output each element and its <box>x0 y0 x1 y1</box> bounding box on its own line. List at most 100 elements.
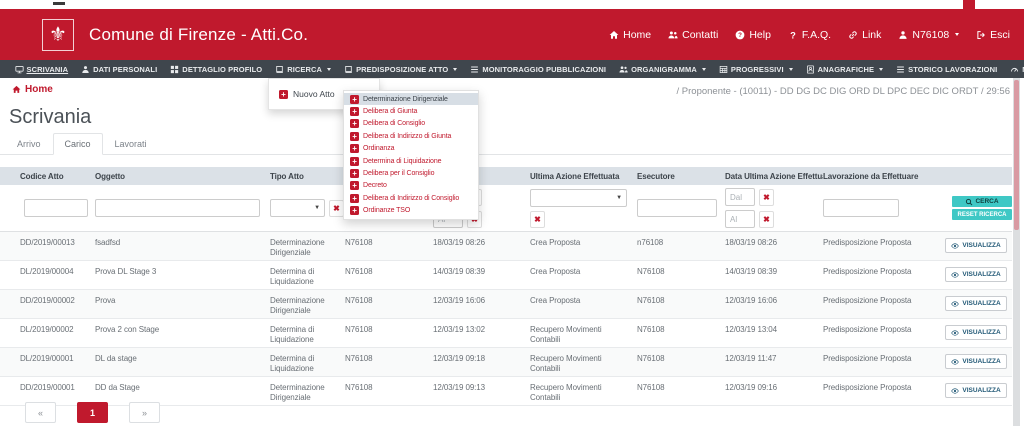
navbar-item-monitoraggio-pubblicazioni[interactable]: MONITORAGGIO PUBBLICAZIONI <box>464 65 613 74</box>
navbar-item-dati-personali[interactable]: DATI PERSONALI <box>75 65 164 74</box>
cell: Prova 2 con Stage <box>95 319 270 347</box>
submenu-item-6[interactable]: +Determina di Liquidazione <box>344 155 478 167</box>
navbar-item-label: MONITORAGGIO PUBBLICAZIONI <box>482 65 606 74</box>
submenu-item-9[interactable]: +Delibera di Indirizzo di Consiglio <box>344 192 478 204</box>
header-link-faq[interactable]: F.A.Q. <box>788 29 831 41</box>
atti-table: Codice AttoOggettoTipo AttoUltima Azione… <box>0 167 1012 406</box>
pagination-prev-button[interactable]: « <box>25 402 56 423</box>
clear-al-button[interactable]: ✖ <box>759 211 774 228</box>
cell: Determina di Liquidazione <box>270 319 345 347</box>
navbar-item-ricerca[interactable]: RICERCA <box>269 65 338 74</box>
oggetto-filter-input[interactable] <box>95 199 260 217</box>
ultima-azione-select[interactable]: ▼ <box>530 189 627 207</box>
header-link-help[interactable]: Help <box>735 29 771 41</box>
lavorazione-filter-input[interactable] <box>823 199 899 217</box>
data-ultima-al-input[interactable] <box>725 210 755 228</box>
tab-carico[interactable]: Carico <box>53 133 103 155</box>
tab-arrivo[interactable]: Arrivo <box>5 133 53 155</box>
pagination-page-1[interactable]: 1 <box>77 402 108 423</box>
cell: 12/03/19 09:16 <box>725 377 823 405</box>
navbar-item-progressivi[interactable]: PROGRESSIVI <box>712 65 799 74</box>
grid-icon <box>170 65 179 74</box>
submenu-item-3[interactable]: +Delibera di Consiglio <box>344 118 478 130</box>
cell: Determina di Liquidazione <box>270 348 345 376</box>
navbar-item-predisposizione-atto[interactable]: PREDISPOSIZIONE ATTO <box>338 65 464 74</box>
cell: 12/03/19 11:47 <box>725 348 823 376</box>
eye-icon <box>951 300 959 308</box>
filter-cell-lavorazione <box>823 185 940 231</box>
visualizza-label: VISUALIZZA <box>962 300 1000 307</box>
breadcrumb-home-link[interactable]: Home <box>12 84 53 95</box>
cell: N76108 <box>637 319 725 347</box>
clear-ultima-azione-button[interactable]: ✖ <box>530 211 545 228</box>
cell: 12/03/19 09:18 <box>433 348 530 376</box>
clear-dal-button[interactable]: ✖ <box>759 189 774 206</box>
cell-actions: VISUALIZZA <box>940 377 1012 405</box>
vertical-scrollbar[interactable] <box>1013 78 1020 426</box>
cell: 12/03/19 16:06 <box>725 290 823 318</box>
codice-atto-filter-input[interactable] <box>24 199 88 217</box>
submenu-item-label: Delibera di Giunta <box>363 108 417 115</box>
cell: DD/2019/00001 <box>0 377 95 405</box>
navbar-item-storico-lavorazioni[interactable]: STORICO LAVORAZIONI <box>890 65 1004 74</box>
header-link-esci[interactable]: Esci <box>976 29 1010 41</box>
cell: Determinazione Dirigenziale <box>270 232 345 260</box>
submenu-item-10[interactable]: +Ordinanze TSO <box>344 205 478 217</box>
caret-down-icon <box>879 68 883 71</box>
tab-lavorati[interactable]: Lavorati <box>103 133 159 155</box>
submenu-item-2[interactable]: + Delibera di Giunta <box>344 105 478 117</box>
visualizza-label: VISUALIZZA <box>962 242 1000 249</box>
cell: Crea Proposta <box>530 261 637 289</box>
clear-tipo-filter-button[interactable]: ✖ <box>329 200 344 217</box>
filter-cell-ultima-azione: ▼ ✖ <box>530 185 637 231</box>
reset-ricerca-button[interactable]: RESET RICERCA <box>952 209 1012 220</box>
visualizza-button[interactable]: VISUALIZZA <box>945 354 1007 369</box>
header-link-contatti[interactable]: Contatti <box>668 29 718 41</box>
header-link-link[interactable]: Link <box>848 29 881 41</box>
cell: N76108 <box>345 261 433 289</box>
esecutore-filter-input[interactable] <box>637 199 717 217</box>
navbar-item-monitoraggio-sistema[interactable]: MONITORAGGIO SISTEMA <box>1004 65 1024 74</box>
cerca-button[interactable]: CERCA <box>952 196 1012 207</box>
link-icon <box>848 30 858 40</box>
book-icon <box>344 65 353 74</box>
plus-square-icon: + <box>350 107 359 116</box>
column-header: Ultima Azione Effettuata <box>530 172 637 181</box>
submenu-item-1[interactable]: +Determinazione Dirigenziale <box>344 93 478 105</box>
submenu-item-5[interactable]: +Ordinanza <box>344 143 478 155</box>
cell: n76108 <box>637 232 725 260</box>
scrollbar-thumb[interactable] <box>1014 80 1019 230</box>
header-link-label: Home <box>623 29 651 41</box>
visualizza-button[interactable]: VISUALIZZA <box>945 325 1007 340</box>
cell: 12/03/19 16:06 <box>433 290 530 318</box>
header-link-home[interactable]: Home <box>609 29 651 41</box>
home-icon <box>609 30 619 40</box>
visualizza-button[interactable]: VISUALIZZA <box>945 238 1007 253</box>
submenu-item-label: Ordinanza <box>363 145 394 152</box>
navbar-item-scrivania[interactable]: SCRIVANIA <box>8 65 75 74</box>
navbar-item-label: PROGRESSIVI <box>731 65 784 74</box>
desk-icon <box>15 65 24 74</box>
submenu-item-4[interactable]: +Delibera di Indirizzo di Giunta <box>344 130 478 142</box>
submenu-item-8[interactable]: +Decreto <box>344 180 478 192</box>
cell: DL/2019/00004 <box>0 261 95 289</box>
navbar-item-label: PREDISPOSIZIONE ATTO <box>356 65 448 74</box>
navbar-item-organigramma[interactable]: ORGANIGRAMMA <box>613 65 713 74</box>
cell-actions: VISUALIZZA <box>940 348 1012 376</box>
data-ultima-dal-input[interactable] <box>725 188 755 206</box>
visualizza-button[interactable]: VISUALIZZA <box>945 383 1007 398</box>
visualizza-button[interactable]: VISUALIZZA <box>945 267 1007 282</box>
tipo-atto-select[interactable]: ▼ <box>270 199 325 217</box>
cell: 14/03/19 08:39 <box>725 261 823 289</box>
visualizza-button[interactable]: VISUALIZZA <box>945 296 1007 311</box>
app-title: Comune di Firenze - Atti.Co. <box>89 25 308 45</box>
caret-down-icon <box>453 68 457 71</box>
header-link-user-menu[interactable]: N76108 <box>898 29 959 41</box>
navbar-item-dettaglio-profilo[interactable]: DETTAGLIO PROFILO <box>164 65 269 74</box>
cell: DD da Stage <box>95 377 270 405</box>
pagination-next-button[interactable]: » <box>129 402 160 423</box>
navbar-item-anagrafiche[interactable]: ANAGRAFICHE <box>799 65 890 74</box>
submenu-item-7[interactable]: +Delibera per il Consiglio <box>344 167 478 179</box>
plus-square-icon: + <box>350 169 359 178</box>
caret-down-icon <box>327 68 331 71</box>
